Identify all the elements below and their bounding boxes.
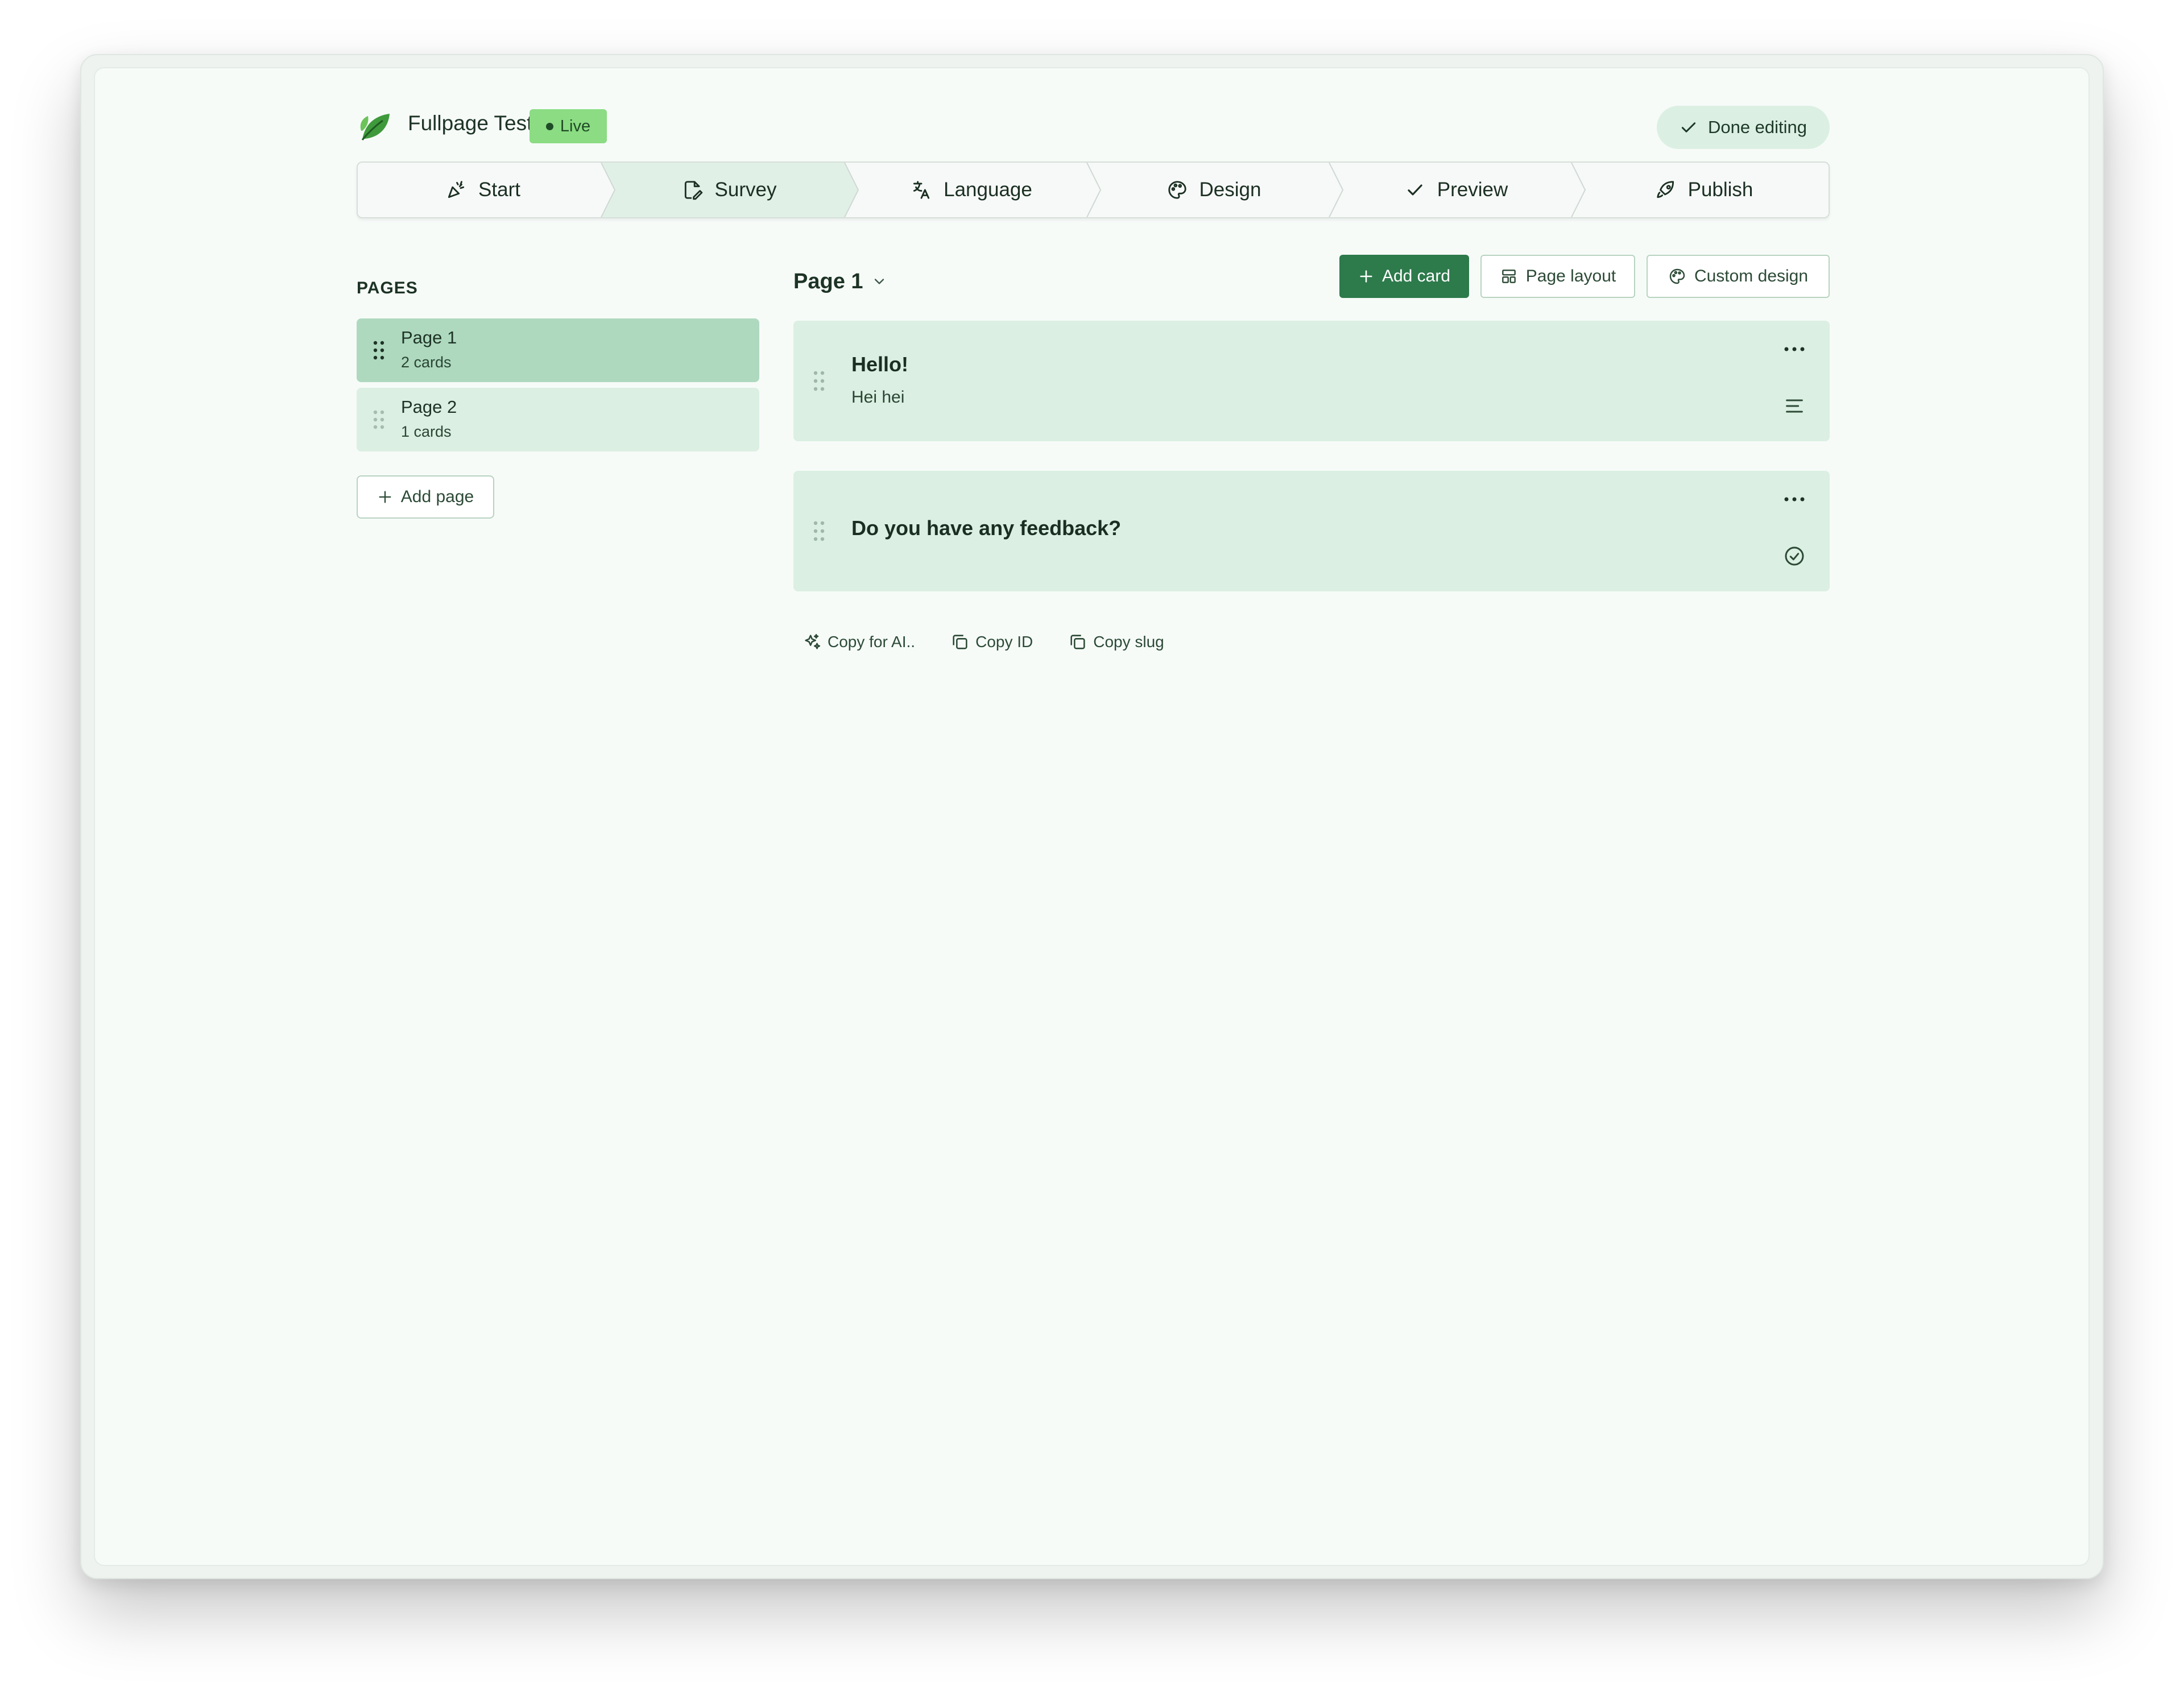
wizard-stepper: Start Survey Language Design Preview Pub… <box>357 161 1830 218</box>
copy-for-ai-label: Copy for AI.. <box>828 633 916 651</box>
header: Fullpage Test Live Done editing <box>357 97 1830 156</box>
pages-heading: PAGES <box>357 279 418 297</box>
more-options-icon[interactable] <box>1783 343 1806 355</box>
file-edit-icon <box>684 181 702 200</box>
add-card-label: Add card <box>1381 267 1451 285</box>
layout-icon <box>1502 270 1516 283</box>
check-circle-icon <box>1785 546 1804 566</box>
page-selector-dropdown[interactable]: Page 1 <box>793 262 887 301</box>
step-start[interactable]: Start <box>358 163 608 217</box>
check-icon <box>1681 122 1696 132</box>
drag-handle-icon[interactable] <box>373 340 385 361</box>
page-card-count: 1 cards <box>401 423 452 440</box>
card-item[interactable]: Hello! Hei hei <box>793 321 1830 441</box>
card-title: Hello! <box>851 353 909 376</box>
party-popper-icon <box>448 181 465 198</box>
plus-icon <box>379 491 391 503</box>
page-layout-label: Page layout <box>1525 267 1616 285</box>
sparkles-icon <box>805 633 821 649</box>
add-card-button[interactable]: Add card <box>1339 255 1469 298</box>
step-survey[interactable]: Survey <box>608 163 850 217</box>
drag-handle-icon[interactable] <box>813 520 825 542</box>
page-card-count: 2 cards <box>401 354 452 371</box>
step-publish[interactable]: Publish <box>1577 163 1829 217</box>
more-options-icon[interactable] <box>1783 494 1806 505</box>
add-page-button[interactable]: Add page <box>357 475 494 519</box>
status-badge: Live <box>530 109 607 143</box>
page-selector-label: Page 1 <box>793 269 863 293</box>
custom-design-button[interactable]: Custom design <box>1647 255 1830 298</box>
step-design-label: Design <box>1199 179 1261 201</box>
copy-slug-link[interactable]: Copy slug <box>1068 632 1164 652</box>
step-language[interactable]: Language <box>850 163 1093 217</box>
app-window: Fullpage Test Live Done editing Start Su… <box>95 68 2088 1565</box>
step-survey-label: Survey <box>714 179 777 201</box>
drag-handle-icon[interactable] <box>813 370 825 392</box>
page-name: Page 1 <box>401 328 457 347</box>
palette-icon <box>1168 181 1186 199</box>
chevron-down-icon <box>874 279 884 284</box>
page-layout-button[interactable]: Page layout <box>1480 255 1635 298</box>
copy-id-label: Copy ID <box>975 633 1033 651</box>
leaf-logo-icon <box>360 114 390 140</box>
step-start-label: Start <box>478 179 520 201</box>
copy-for-ai-link[interactable]: Copy for AI.. <box>803 632 915 652</box>
palette-icon <box>1669 268 1685 284</box>
card-title: Do you have any feedback? <box>851 516 1122 540</box>
done-editing-label: Done editing <box>1707 117 1807 137</box>
plus-icon <box>1360 270 1372 283</box>
step-preview-label: Preview <box>1437 179 1508 201</box>
card-item[interactable]: Do you have any feedback? <box>793 471 1830 591</box>
custom-design-label: Custom design <box>1694 267 1809 285</box>
sidebar-page-2[interactable]: Page 2 1 cards <box>357 388 759 451</box>
copy-actions: Copy for AI.. Copy ID Copy slug <box>803 628 1199 656</box>
step-preview[interactable]: Preview <box>1335 163 1577 217</box>
text-lines-icon <box>1786 399 1803 413</box>
copy-icon <box>953 635 967 649</box>
status-badge-label: Live <box>560 117 591 135</box>
check-icon <box>1408 184 1422 196</box>
card-subtitle: Hei hei <box>851 388 905 407</box>
sidebar-page-1[interactable]: Page 1 2 cards <box>357 318 759 382</box>
live-dot-icon <box>545 122 553 130</box>
copy-id-link[interactable]: Copy ID <box>950 632 1033 652</box>
step-design[interactable]: Design <box>1093 163 1335 217</box>
step-language-label: Language <box>944 179 1032 201</box>
step-publish-label: Publish <box>1687 179 1753 201</box>
copy-slug-label: Copy slug <box>1093 633 1164 651</box>
translate-icon <box>913 181 930 199</box>
app-title: Fullpage Test <box>408 111 533 135</box>
drag-handle-icon[interactable] <box>373 409 385 430</box>
page-name: Page 2 <box>401 397 457 417</box>
add-page-label: Add page <box>400 487 474 506</box>
copy-icon <box>1070 635 1085 649</box>
done-editing-button[interactable]: Done editing <box>1657 106 1830 149</box>
rocket-icon <box>1656 181 1674 198</box>
